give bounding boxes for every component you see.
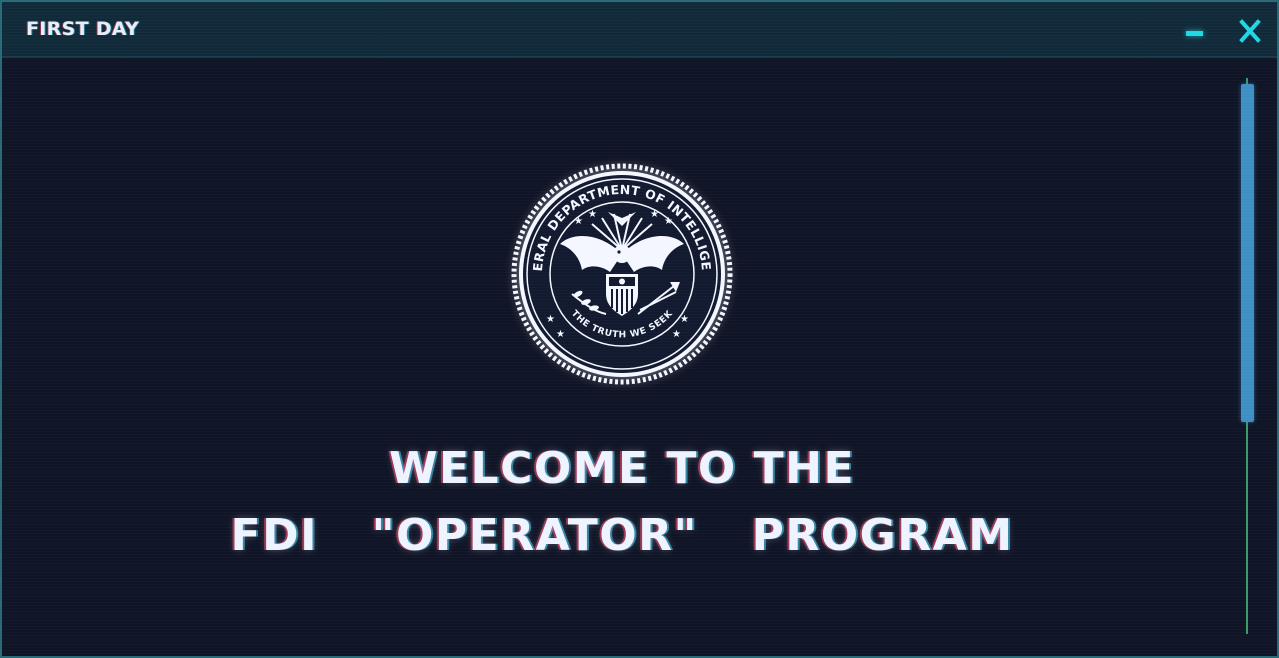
svg-text:★: ★ (672, 329, 681, 340)
scrollbar-thumb[interactable] (1241, 84, 1254, 422)
svg-text:★: ★ (588, 209, 597, 220)
svg-text:★: ★ (546, 314, 555, 325)
minimize-icon (1186, 31, 1203, 36)
title-bar: FIRST DAY (2, 2, 1277, 58)
content-area: FEDERAL DEPARTMENT OF INTELLIGENCE THE T… (2, 58, 1232, 656)
welcome-line-1: WELCOME TO THE (388, 443, 856, 494)
minimize-button[interactable] (1174, 18, 1214, 46)
svg-text:★: ★ (574, 216, 583, 227)
window-title: FIRST DAY (26, 18, 140, 40)
close-icon (1239, 19, 1261, 43)
svg-text:★: ★ (556, 329, 565, 340)
svg-text:★: ★ (664, 216, 673, 227)
svg-text:★: ★ (650, 209, 659, 220)
fdi-seal: FEDERAL DEPARTMENT OF INTELLIGENCE THE T… (510, 162, 733, 385)
first-day-window: FIRST DAY FEDERAL DEPARTMENT OF INTELLIG… (0, 0, 1279, 658)
close-button[interactable] (1230, 14, 1270, 48)
welcome-line-2: FDI "OPERATOR" PROGRAM (230, 510, 1014, 561)
svg-text:★: ★ (680, 314, 689, 325)
